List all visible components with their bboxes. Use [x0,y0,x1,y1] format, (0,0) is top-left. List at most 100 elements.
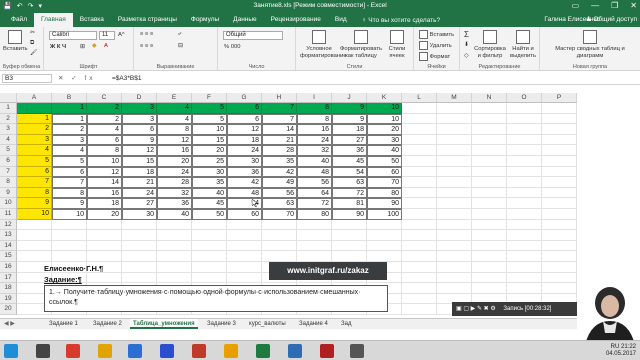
multiplier-cell[interactable]: 3 [17,134,52,146]
grid-cell[interactable] [472,251,507,262]
grid-cell[interactable] [227,219,262,231]
insert-cells-button[interactable]: Вставить [419,30,454,39]
product-cell[interactable]: 4 [157,113,192,125]
row-header-20[interactable]: 20 [0,304,17,315]
row-header-18[interactable]: 18 [0,283,17,294]
autosum-icon[interactable]: Σ [464,30,469,39]
product-cell[interactable]: 6 [227,113,262,125]
row-header-4[interactable]: 4 [0,134,17,146]
row-header-9[interactable]: 9 [0,187,17,199]
grid-cell[interactable] [542,198,577,209]
grid-cell[interactable] [367,219,402,231]
row-header-15[interactable]: 15 [0,251,17,262]
product-cell[interactable]: 14 [87,177,122,188]
grid-cell[interactable] [402,166,437,178]
grid-cell[interactable] [402,283,437,294]
name-box[interactable]: B3 [2,74,52,83]
grid-cell[interactable] [262,219,297,231]
grid-cell[interactable] [122,262,157,273]
grid-cell[interactable] [402,251,437,262]
product-cell[interactable]: 32 [297,145,332,156]
row-header-5[interactable]: 5 [0,145,17,156]
product-cell[interactable]: 16 [157,145,192,156]
grid-cell[interactable] [472,230,507,241]
column-header-f[interactable]: F [192,93,227,103]
grid-cell[interactable] [542,113,577,125]
row-header-14[interactable]: 14 [0,240,17,252]
product-cell[interactable]: 30 [122,209,157,220]
system-tray[interactable]: RU 21:22 04.05.2017 [606,344,636,358]
multiplier-cell[interactable]: 2 [17,124,52,135]
grid-cell[interactable] [507,134,542,146]
grid-cell[interactable] [507,272,542,284]
grid-cell[interactable] [17,219,52,231]
product-cell[interactable]: 7 [52,177,87,188]
grid-cell[interactable] [52,240,87,252]
app-icon-9[interactable] [288,344,302,358]
column-header-p[interactable]: P [542,93,577,103]
grid-cell[interactable] [402,103,437,114]
product-cell[interactable]: 36 [157,198,192,209]
grid-cell[interactable] [122,230,157,241]
font-name-select[interactable]: Calibri [49,31,97,40]
grid-cell[interactable] [507,145,542,156]
ribbon-display-button[interactable]: ▭ [572,1,580,10]
column-header-d[interactable]: D [122,93,157,103]
product-cell[interactable]: 64 [297,187,332,199]
product-cell[interactable]: 20 [87,209,122,220]
grid-cell[interactable] [332,251,367,262]
product-cell[interactable]: 24 [122,187,157,199]
grid-cell[interactable] [402,187,437,199]
grid-cell[interactable] [472,177,507,188]
grid-cell[interactable] [437,166,472,178]
grid-cell[interactable] [472,134,507,146]
grid-cell[interactable] [192,262,227,273]
product-cell[interactable]: 60 [227,209,262,220]
product-cell[interactable]: 72 [332,187,367,199]
grid-cell[interactable] [122,240,157,252]
product-cell[interactable]: 36 [227,166,262,178]
product-cell[interactable]: 4 [87,124,122,135]
multiplier-cell[interactable]: 7 [17,177,52,188]
product-cell[interactable]: 28 [157,177,192,188]
product-cell[interactable]: 63 [262,198,297,209]
product-cell[interactable]: 35 [262,156,297,167]
recorder-icon[interactable] [320,344,334,358]
cell-styles-button[interactable]: Стили ячеек [384,30,410,59]
product-cell[interactable]: 54 [332,166,367,178]
product-cell[interactable]: 9 [332,113,367,125]
product-cell[interactable]: 6 [87,134,122,146]
product-cell[interactable]: 24 [297,134,332,146]
grid-cell[interactable] [262,230,297,241]
grid-cell[interactable] [402,134,437,146]
product-cell[interactable]: 7 [262,113,297,125]
product-cell[interactable]: 36 [332,145,367,156]
grid-cell[interactable] [87,230,122,241]
align-top-icon[interactable]: ≡ ≡ ≡ [140,31,153,37]
restore-button[interactable]: ❐ [611,1,618,10]
product-cell[interactable]: 2 [87,113,122,125]
product-cell[interactable]: 18 [122,166,157,178]
grid-cell[interactable] [227,262,262,273]
header-cell[interactable]: 4 [157,103,192,114]
grid-cell[interactable] [437,240,472,252]
grid-cell[interactable] [402,209,437,220]
recording-controls[interactable]: ▣ ▢ ▶ ✎ ✖ ⚙ [456,306,496,312]
header-cell[interactable]: 9 [332,103,367,114]
grid-cell[interactable] [17,240,52,252]
grid-cell[interactable] [192,240,227,252]
row-header-2[interactable]: 2 [0,113,17,125]
tab-view[interactable]: Вид [328,13,354,27]
multiplier-cell[interactable]: 8 [17,187,52,199]
grid-cell[interactable] [402,230,437,241]
grid-cell[interactable] [227,230,262,241]
grid-cell[interactable] [542,124,577,135]
tell-me-search[interactable]: ♀ Что вы хотите сделать? [362,17,441,24]
grid-cell[interactable] [507,103,542,114]
tab-review[interactable]: Рецензирование [264,13,328,27]
grid-cell[interactable] [402,219,437,231]
product-cell[interactable]: 24 [157,166,192,178]
grid-cell[interactable] [542,230,577,241]
grid-cell[interactable] [262,240,297,252]
grid-cell[interactable] [472,272,507,284]
